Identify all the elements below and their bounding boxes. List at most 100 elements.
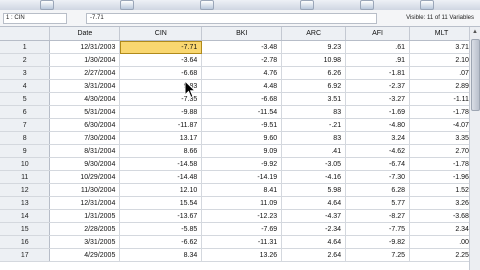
data-cell[interactable]: 13.26 [201,248,283,262]
data-cell[interactable]: 9/30/2004 [49,157,121,171]
data-cell[interactable]: -8.27 [345,209,411,223]
row-number[interactable]: 4 [0,79,51,93]
data-cell[interactable]: 83 [281,105,347,119]
data-cell[interactable]: -3.27 [345,92,411,106]
data-cell[interactable]: 2/28/2005 [49,222,121,236]
data-cell[interactable]: -4.07 [409,118,474,132]
scroll-up-icon[interactable]: ▲ [471,28,479,36]
data-cell[interactable]: -1.11 [409,92,474,106]
row-number[interactable]: 6 [0,105,51,119]
data-cell[interactable]: .91 [345,53,411,67]
data-cell[interactable]: 11.09 [201,196,283,210]
data-cell[interactable]: 5/31/2004 [49,105,121,119]
data-cell[interactable]: -9.82 [345,235,411,249]
row-number[interactable]: 8 [0,131,51,145]
data-cell[interactable]: -2.37 [345,79,411,93]
column-header[interactable]: AFI [345,27,411,41]
row-number[interactable]: 13 [0,196,51,210]
data-cell[interactable]: 4.64 [281,196,347,210]
row-number[interactable]: 5 [0,92,51,106]
data-cell[interactable]: .41 [281,144,347,158]
data-cell[interactable]: -1.78 [409,157,474,171]
data-cell[interactable]: -2.78 [201,53,283,67]
column-header[interactable]: MLT [409,27,474,41]
data-cell[interactable]: -1.96 [409,170,474,184]
data-cell[interactable]: -14.58 [119,157,203,171]
toolbar-button[interactable] [360,0,374,10]
data-cell[interactable]: -4.37 [281,209,347,223]
data-cell[interactable]: -4.62 [345,144,411,158]
data-cell[interactable]: -6.74 [345,157,411,171]
data-cell[interactable]: 8/31/2004 [49,144,121,158]
data-cell[interactable]: -1.81 [345,66,411,80]
data-cell[interactable]: 10.98 [281,53,347,67]
data-cell[interactable]: 3.24 [345,131,411,145]
data-cell[interactable]: .00 [409,235,474,249]
row-number[interactable]: 12 [0,183,51,197]
data-cell[interactable]: -12.23 [201,209,283,223]
data-cell[interactable]: 4/29/2005 [49,248,121,262]
row-number[interactable]: 14 [0,209,51,223]
data-cell[interactable]: 3.35 [409,131,474,145]
data-cell[interactable]: -1.69 [345,105,411,119]
data-cell[interactable]: 15.54 [119,196,203,210]
data-cell[interactable]: 10/29/2004 [49,170,121,184]
data-cell[interactable]: -7.75 [345,222,411,236]
data-cell[interactable]: 4.76 [201,66,283,80]
data-cell[interactable]: 3/31/2005 [49,235,121,249]
vertical-scrollbar[interactable]: ▲ [469,27,480,270]
data-cell[interactable]: 2/27/2004 [49,66,121,80]
data-cell[interactable]: 2.10 [409,53,474,67]
toolbar-button[interactable] [300,0,314,10]
data-cell[interactable]: 4.48 [201,79,283,93]
data-cell[interactable]: 7.25 [345,248,411,262]
data-cell[interactable]: -2.34 [281,222,347,236]
row-number[interactable]: 16 [0,235,51,249]
data-cell[interactable]: 3.51 [281,92,347,106]
data-cell[interactable]: -5.85 [119,222,203,236]
data-cell[interactable]: 2.89 [409,79,474,93]
data-cell[interactable]: 2.64 [281,248,347,262]
data-cell[interactable]: 6.92 [281,79,347,93]
toolbar-button[interactable] [200,0,214,10]
data-cell[interactable]: 9.09 [201,144,283,158]
column-header[interactable]: ARC [281,27,347,41]
column-header[interactable]: Date [49,27,121,41]
data-cell[interactable]: 9.60 [201,131,283,145]
row-header-corner[interactable] [0,27,51,41]
data-cell[interactable]: 3.71 [409,40,474,54]
data-cell[interactable]: 1.52 [409,183,474,197]
data-cell[interactable]: 2.34 [409,222,474,236]
cell-value-field[interactable]: -7.71 [86,13,377,24]
data-cell[interactable]: -6.62 [119,235,203,249]
data-cell[interactable]: 2.70 [409,144,474,158]
data-cell[interactable]: 1/31/2005 [49,209,121,223]
data-cell[interactable]: -9.88 [119,105,203,119]
data-cell[interactable]: -7.30 [345,170,411,184]
data-cell[interactable]: -11.87 [119,118,203,132]
toolbar-button[interactable] [120,0,134,10]
data-cell[interactable]: 8.66 [119,144,203,158]
data-cell[interactable]: -9.92 [201,157,283,171]
data-cell[interactable]: 8.34 [119,248,203,262]
data-cell[interactable]: 4/30/2004 [49,92,121,106]
data-cell[interactable]: -3.64 [119,53,203,67]
row-number[interactable]: 11 [0,170,51,184]
column-header[interactable]: CIN [119,27,203,41]
data-cell[interactable]: -1.78 [409,105,474,119]
toolbar-button[interactable] [40,0,54,10]
data-cell[interactable]: 5.77 [345,196,411,210]
data-cell[interactable]: -14.19 [201,170,283,184]
data-cell[interactable]: 11/30/2004 [49,183,121,197]
data-cell[interactable]: 9.23 [281,40,347,54]
data-cell[interactable]: 83 [281,131,347,145]
data-cell[interactable]: -3.68 [409,209,474,223]
data-cell[interactable]: -6.68 [201,92,283,106]
data-cell[interactable]: -14.48 [119,170,203,184]
data-cell[interactable]: -3.48 [201,40,283,54]
data-cell[interactable]: 1/30/2004 [49,53,121,67]
row-number[interactable]: 15 [0,222,51,236]
data-cell[interactable]: -13.67 [119,209,203,223]
row-number[interactable]: 7 [0,118,51,132]
data-cell[interactable]: 12/31/2003 [49,40,121,54]
